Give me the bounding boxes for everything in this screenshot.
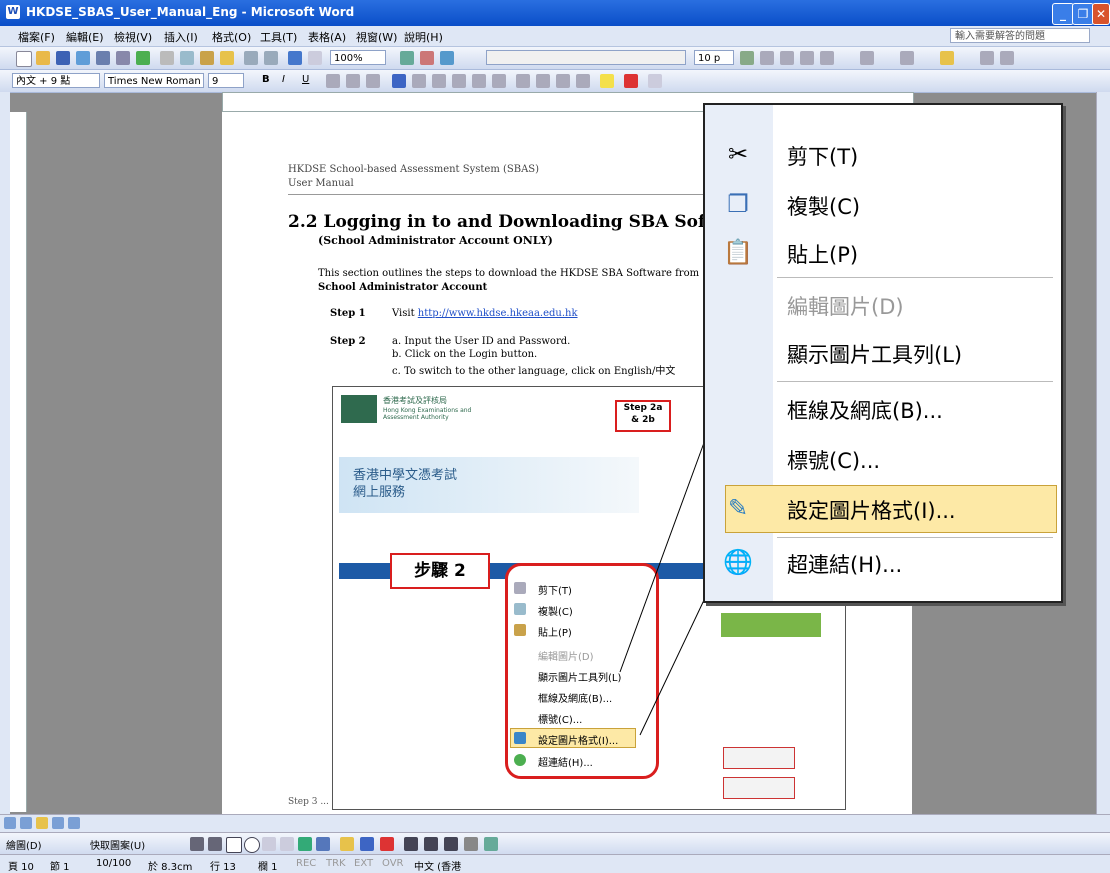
wordart-icon[interactable]: [280, 837, 294, 851]
hyperlink-icon: 🌐: [723, 548, 753, 576]
fill-color-icon[interactable]: [340, 837, 354, 851]
status-language[interactable]: 中文 (香港: [414, 858, 461, 873]
menu-separator-2: [777, 381, 1053, 382]
status-at: 於 8.3cm: [148, 862, 193, 873]
view-bar: [0, 814, 1110, 833]
status-page: 頁 10: [8, 862, 34, 873]
draw-menu[interactable]: 繪圖(D): [6, 837, 42, 852]
menu-separator-3: [777, 537, 1053, 538]
scissors-icon: ✂: [727, 140, 749, 168]
outline-view-icon[interactable]: [52, 817, 64, 829]
status-ext[interactable]: EXT: [354, 858, 373, 869]
context-menu: ✂ 剪下(T) ❐ 複製(C) 📋 貼上(P) 編輯圖片(D) 顯示圖片工具列(…: [703, 103, 1063, 603]
menu-show-picture-toolbar[interactable]: 顯示圖片工具列(L): [787, 339, 962, 369]
menu-caption[interactable]: 標號(C)...: [787, 445, 880, 475]
line-style-icon[interactable]: [404, 837, 418, 851]
dash-style-icon[interactable]: [424, 837, 438, 851]
status-section: 節 1: [50, 862, 70, 873]
menu-cut[interactable]: 剪下(T): [787, 141, 858, 171]
status-ovr[interactable]: OVR: [382, 858, 403, 869]
arrow-icon[interactable]: [208, 837, 222, 851]
status-page-of: 10/100: [96, 858, 132, 869]
menu-separator-1: [777, 277, 1053, 278]
copy-icon: ❐: [727, 190, 749, 218]
menu-paste[interactable]: 貼上(P): [787, 239, 858, 269]
format-picture-icon: ✎: [727, 494, 749, 522]
status-line: 行 13: [210, 862, 236, 873]
oval-icon[interactable]: [244, 837, 260, 853]
arrow-style-icon[interactable]: [444, 837, 458, 851]
menu-borders-shading[interactable]: 框線及網底(B)...: [787, 395, 943, 425]
textbox-icon[interactable]: [262, 837, 276, 851]
reading-view-icon[interactable]: [68, 817, 80, 829]
print-layout-icon[interactable]: [36, 817, 48, 829]
line-color-icon[interactable]: [360, 837, 374, 851]
line-icon[interactable]: [190, 837, 204, 851]
menu-copy[interactable]: 複製(C): [787, 191, 860, 221]
rectangle-icon[interactable]: [226, 837, 242, 853]
draw-font-color-icon[interactable]: [380, 837, 394, 851]
autoshapes-menu[interactable]: 快取圖案(U): [90, 837, 145, 852]
status-bar: 頁 10 節 1 10/100 於 8.3cm 行 13 欄 1 REC TRK…: [0, 854, 1110, 873]
3d-icon[interactable]: [484, 837, 498, 851]
drawing-toolbar: 繪圖(D) 快取圖案(U): [0, 832, 1110, 855]
status-trk[interactable]: TRK: [326, 858, 346, 869]
menu-hyperlink[interactable]: 超連結(H)...: [787, 549, 902, 579]
paste-icon: 📋: [723, 238, 753, 266]
shadow-icon[interactable]: [464, 837, 478, 851]
menu-edit-picture: 編輯圖片(D): [787, 295, 904, 319]
status-col: 欄 1: [258, 862, 278, 873]
menu-format-picture[interactable]: 設定圖片格式(I)...: [787, 495, 956, 525]
picture-icon[interactable]: [316, 837, 330, 851]
status-rec[interactable]: REC: [296, 858, 316, 869]
web-view-icon[interactable]: [20, 817, 32, 829]
normal-view-icon[interactable]: [4, 817, 16, 829]
clipart-icon[interactable]: [298, 837, 312, 851]
